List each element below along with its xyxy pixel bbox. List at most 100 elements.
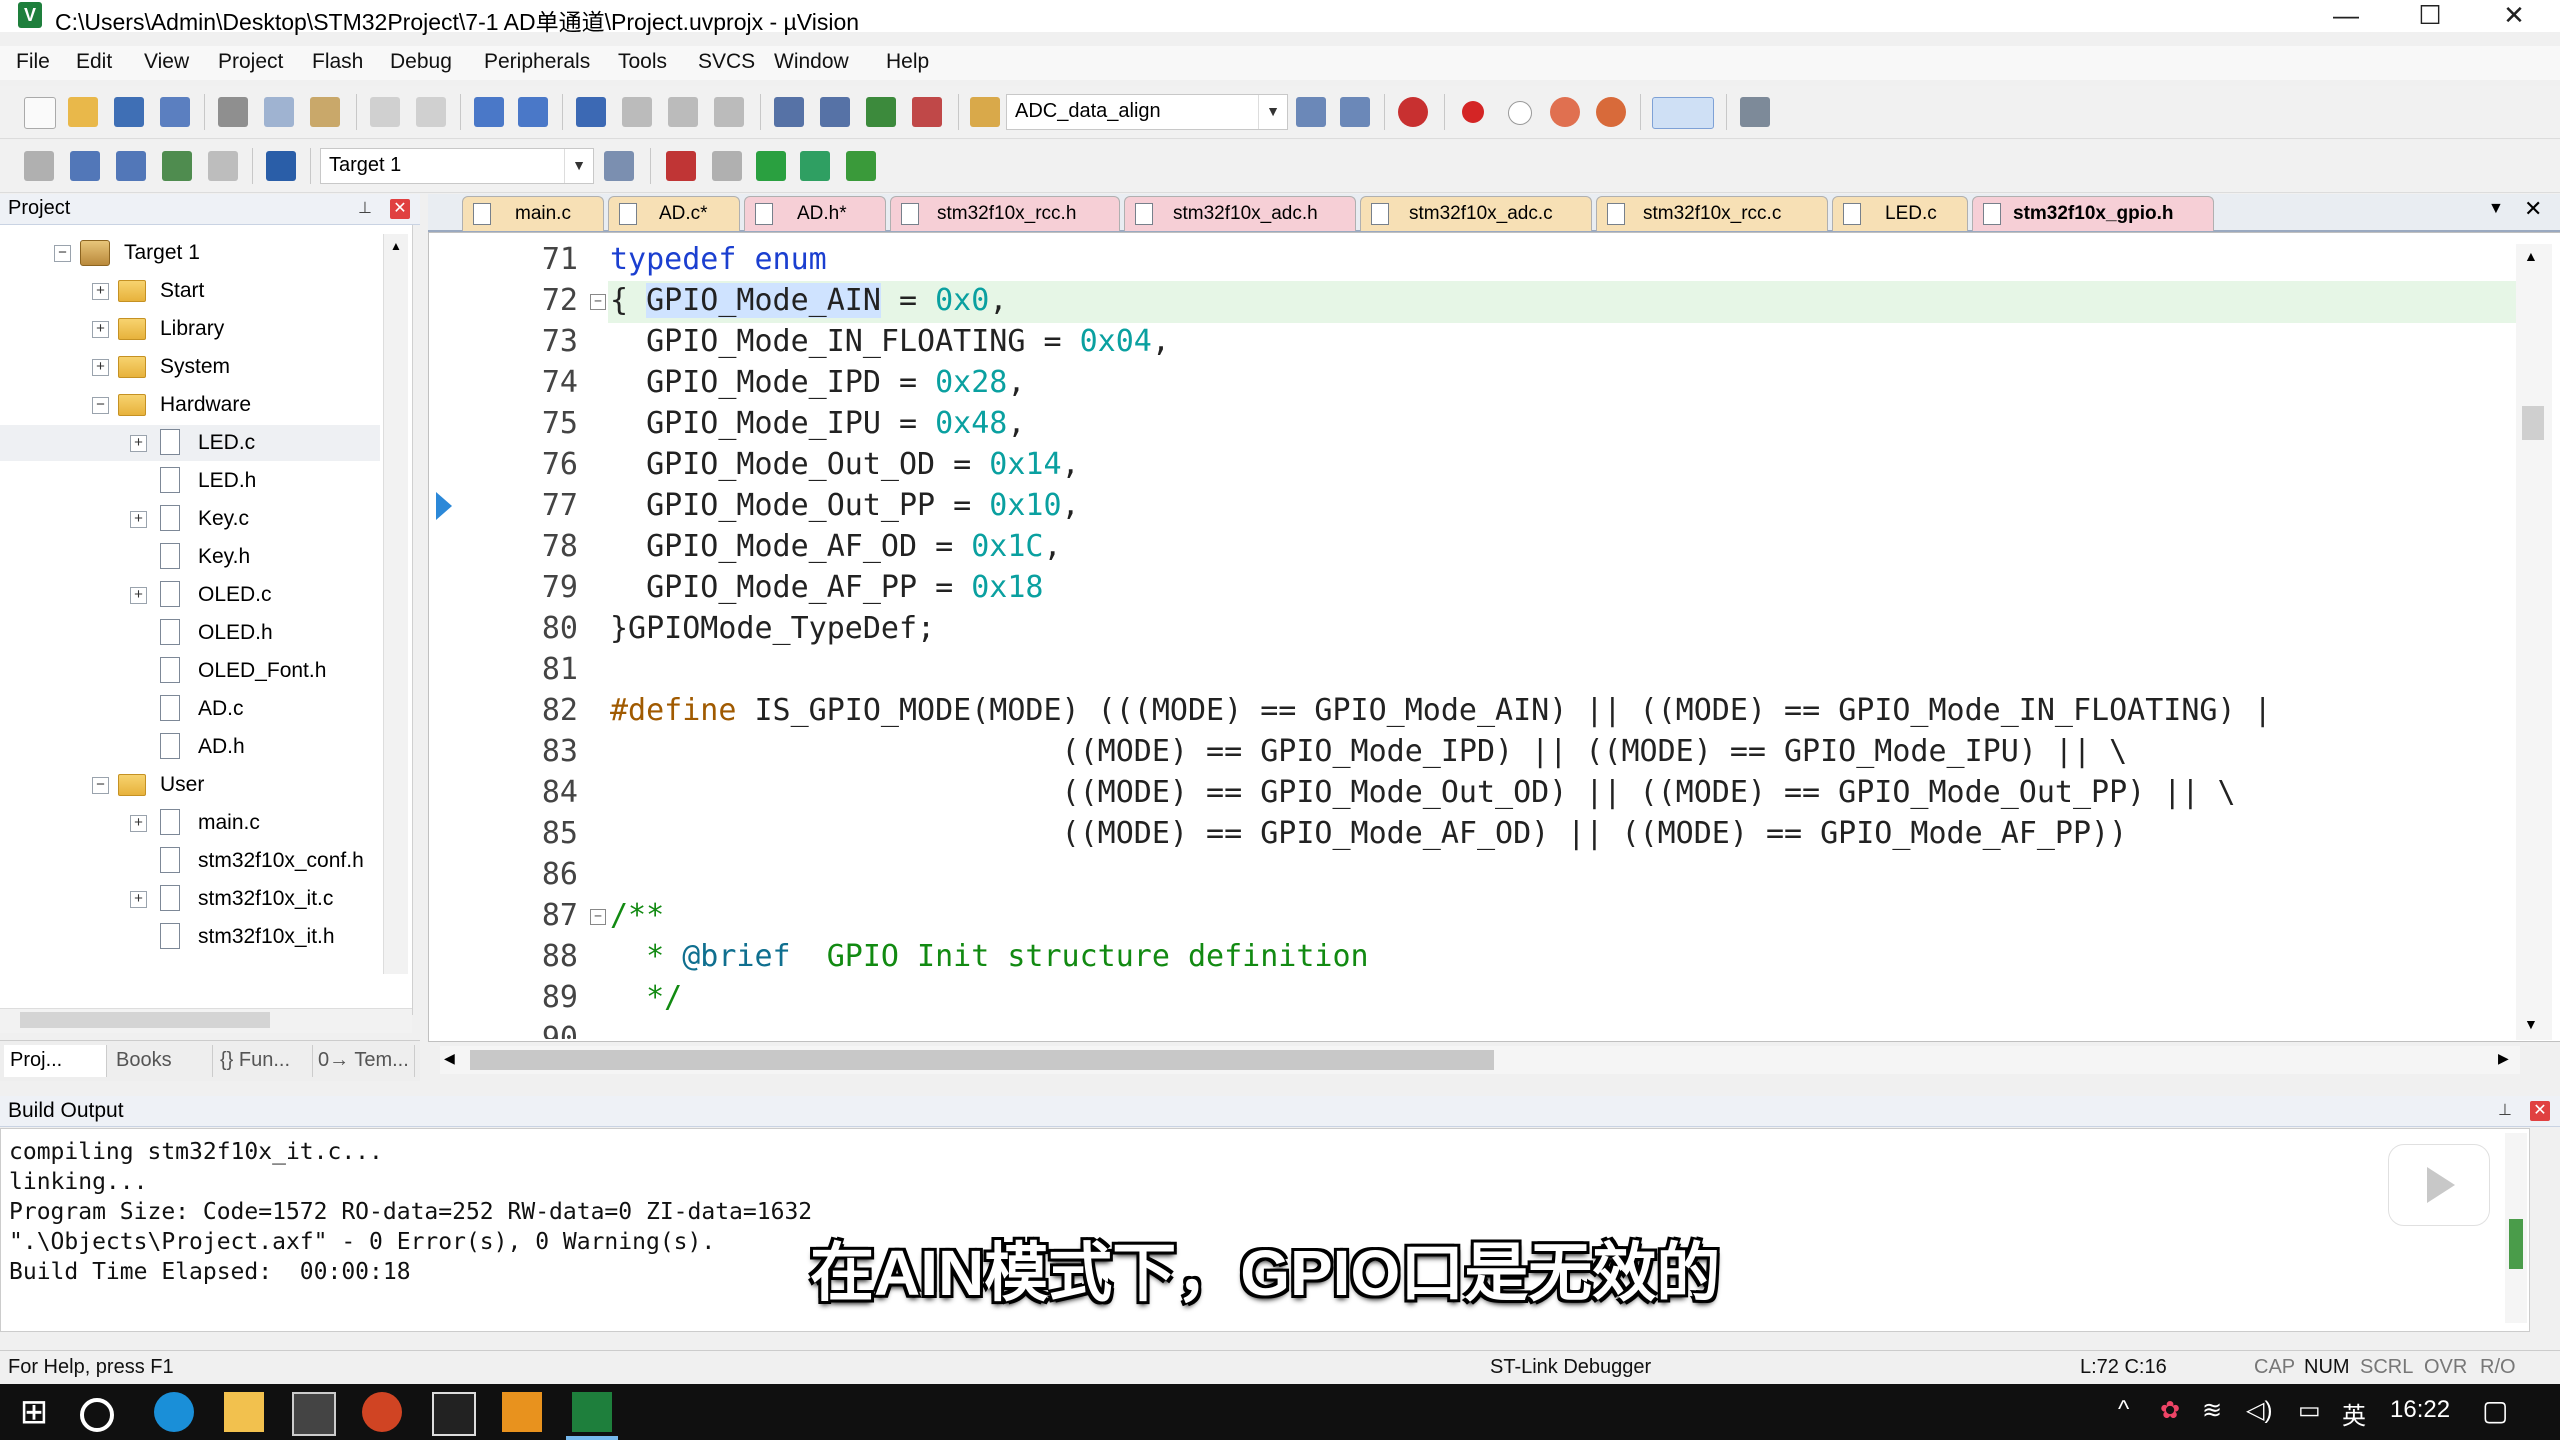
menu-flash[interactable]: Flash <box>312 50 363 74</box>
tree-item-file[interactable]: + Key.c <box>0 501 380 537</box>
menu-view[interactable]: View <box>144 50 189 74</box>
ime-indicator[interactable]: 英 <box>2342 1396 2366 1431</box>
maximize-button[interactable]: ☐ <box>2398 0 2462 32</box>
kill-all-breakpoints-icon[interactable] <box>1596 97 1626 127</box>
bookmark-icon[interactable] <box>576 97 606 127</box>
tree-item-target[interactable]: − Target 1 <box>0 235 380 271</box>
volume-icon[interactable]: ◁) <box>2246 1396 2272 1425</box>
prev-bookmark-icon[interactable] <box>622 97 652 127</box>
manage-runtime-icon[interactable] <box>756 151 786 181</box>
close-window-button[interactable]: ✕ <box>2482 0 2546 32</box>
notification-icon[interactable]: ▢ <box>2482 1394 2508 1427</box>
tab-main-c[interactable]: main.c <box>462 196 604 231</box>
tab-stm32f10x-rcc-c[interactable]: stm32f10x_rcc.c <box>1596 196 1828 231</box>
next-bookmark-icon[interactable] <box>668 97 698 127</box>
keil-uvision-taskbar-icon[interactable] <box>572 1392 612 1432</box>
breakpoint-icon[interactable] <box>1462 101 1484 123</box>
collapse-icon[interactable]: − <box>92 397 109 414</box>
menu-edit[interactable]: Edit <box>76 50 112 74</box>
scroll-up-icon[interactable]: ▲ <box>2524 248 2538 264</box>
tree-item-file[interactable]: + OLED.c <box>0 577 380 613</box>
close-icon[interactable]: ✕ <box>390 199 410 219</box>
tree-horizontal-scrollbar[interactable] <box>0 1008 412 1033</box>
incremental-find-icon[interactable] <box>1340 97 1370 127</box>
tree-item-file[interactable]: LED.h <box>0 463 380 499</box>
target-options-icon[interactable] <box>604 151 634 181</box>
manage-project-items-icon[interactable] <box>666 151 696 181</box>
tree-item-file[interactable]: AD.h <box>0 729 380 765</box>
tree-item-group[interactable]: + Library <box>0 311 380 347</box>
disable-breakpoint-icon[interactable] <box>1508 101 1532 125</box>
tab-project[interactable]: Proj... <box>4 1045 107 1077</box>
close-tab-icon[interactable]: ✕ <box>2524 196 2542 222</box>
stop-build-icon[interactable] <box>208 151 238 181</box>
tray-chevron-up-icon[interactable]: ^ <box>2118 1396 2129 1424</box>
find-icon[interactable] <box>1296 97 1326 127</box>
tree-item-file[interactable]: stm32f10x_conf.h <box>0 843 380 879</box>
search-icon[interactable] <box>80 1398 114 1432</box>
tree-item-file[interactable]: AD.c <box>0 691 380 727</box>
file-explorer-icon[interactable] <box>224 1392 264 1432</box>
new-file-icon[interactable] <box>24 97 56 129</box>
tab-stm32f10x-adc-h[interactable]: stm32f10x_adc.h <box>1124 196 1356 231</box>
paste-icon[interactable] <box>310 97 340 127</box>
tree-item-group[interactable]: + Start <box>0 273 380 309</box>
photos-icon[interactable] <box>432 1392 476 1436</box>
debug-session-icon[interactable] <box>1398 97 1428 127</box>
menu-file[interactable]: File <box>16 50 50 74</box>
batch-build-icon[interactable] <box>162 151 192 181</box>
scroll-right-icon[interactable]: ▶ <box>2498 1050 2509 1067</box>
copy-icon[interactable] <box>264 97 294 127</box>
undo-icon[interactable] <box>370 97 400 127</box>
expand-icon[interactable]: + <box>130 815 147 832</box>
expand-icon[interactable]: + <box>130 587 147 604</box>
tree-item-file[interactable]: stm32f10x_it.h <box>0 919 380 955</box>
target-select[interactable]: Target 1 ▼ <box>320 148 594 184</box>
clear-bookmarks-icon[interactable] <box>714 97 744 127</box>
expand-icon[interactable]: + <box>92 359 109 376</box>
tray-app-icon[interactable]: ✿ <box>2160 1396 2180 1425</box>
editor-vertical-scrollbar[interactable]: ▲ ▼ <box>2516 244 2552 1040</box>
minimize-button[interactable]: — <box>2314 0 2378 32</box>
close-icon[interactable]: ✕ <box>2530 1101 2550 1121</box>
comment-icon[interactable] <box>866 97 896 127</box>
menu-tools[interactable]: Tools <box>618 50 667 74</box>
pin-icon[interactable]: ⊥ <box>356 200 374 218</box>
menu-project[interactable]: Project <box>218 50 283 74</box>
tree-vertical-scrollbar[interactable]: ▲ <box>383 234 408 974</box>
expand-icon[interactable]: + <box>130 435 147 452</box>
cut-icon[interactable] <box>218 97 248 127</box>
menu-debug[interactable]: Debug <box>390 50 452 74</box>
scroll-thumb[interactable] <box>470 1050 1494 1070</box>
tree-item-file[interactable]: Key.h <box>0 539 380 575</box>
edge-browser-icon[interactable] <box>154 1392 194 1432</box>
tab-list-chevron-down-icon[interactable]: ▼ <box>2488 200 2504 218</box>
indent-icon[interactable] <box>774 97 804 127</box>
app-icon[interactable] <box>502 1392 542 1432</box>
fold-collapse-icon[interactable]: − <box>590 909 606 925</box>
menu-peripherals[interactable]: Peripherals <box>484 50 590 74</box>
expand-icon[interactable]: + <box>130 891 147 908</box>
tree-item-file[interactable]: + main.c <box>0 805 380 841</box>
chevron-down-icon[interactable]: ▼ <box>1258 95 1287 129</box>
scroll-left-icon[interactable]: ◀ <box>444 1050 455 1067</box>
expand-icon[interactable]: + <box>92 321 109 338</box>
uncomment-icon[interactable] <box>912 97 942 127</box>
tree-item-file[interactable]: OLED_Font.h <box>0 653 380 689</box>
tab-ad-h[interactable]: AD.h* <box>744 196 886 231</box>
tab-functions[interactable]: {} Fun... <box>214 1045 313 1077</box>
tab-templates[interactable]: 0→ Tem... <box>312 1045 415 1077</box>
expand-icon[interactable]: + <box>130 511 147 528</box>
output-vertical-scrollbar[interactable] <box>2505 1133 2527 1323</box>
menu-svcs[interactable]: SVCS <box>698 50 755 74</box>
scroll-thumb[interactable] <box>2509 1219 2523 1269</box>
chevron-down-icon[interactable]: ▼ <box>564 149 593 183</box>
scroll-thumb[interactable] <box>2522 406 2544 440</box>
clock[interactable]: 16:22 <box>2390 1396 2450 1424</box>
scroll-down-icon[interactable]: ▼ <box>2524 1016 2538 1032</box>
save-icon[interactable] <box>114 97 144 127</box>
collapse-icon[interactable]: − <box>92 777 109 794</box>
powerpoint-icon[interactable] <box>362 1392 402 1432</box>
software-packs-icon[interactable] <box>846 151 876 181</box>
tree-item-group[interactable]: − Hardware <box>0 387 380 423</box>
